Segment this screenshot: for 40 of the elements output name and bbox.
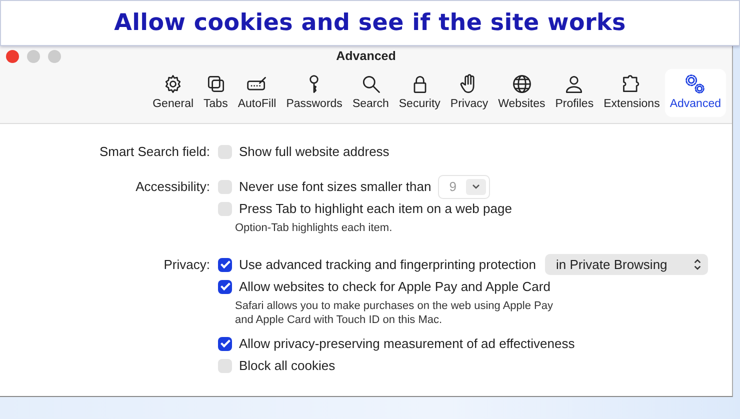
- toolbar-tab[interactable]: Privacy: [445, 69, 494, 117]
- globe-icon: [510, 73, 533, 95]
- toolbar-tab[interactable]: Search: [347, 69, 394, 117]
- section-label: Privacy:: [162, 256, 210, 274]
- checkbox-label: Allow websites to check for Apple Pay and Apple Card: [239, 279, 550, 294]
- section-label: Smart Search field:: [98, 143, 210, 161]
- checkbox-label: Show full website address: [239, 144, 390, 159]
- window-title: Advanced: [336, 49, 396, 63]
- toolbar-tab[interactable]: Extensions: [598, 69, 665, 117]
- up-down-arrows-icon: [693, 258, 702, 271]
- close-button[interactable]: [6, 50, 19, 62]
- gears-icon: [684, 73, 706, 95]
- toolbar-tab[interactable]: General: [148, 69, 199, 117]
- toolbar-tab[interactable]: Security: [394, 69, 446, 117]
- checkbox[interactable]: [218, 280, 232, 294]
- checkbox-label: Allow privacy-preserving measurement of ad effectiveness: [239, 336, 575, 351]
- minimize-button[interactable]: [27, 50, 40, 62]
- checkbox-label: Block all cookies: [239, 358, 336, 373]
- hint-text: Option-Tab highlights each item.: [235, 221, 394, 235]
- checkbox[interactable]: [218, 258, 232, 272]
- hint-text: Safari allows you to make purchases on the web using Apple Pay and Apple Card with Touch ID on this Mac.: [235, 299, 554, 327]
- toolbar-tab[interactable]: Profiles: [550, 69, 599, 117]
- toolbar-tab[interactable]: AutoFill: [232, 69, 282, 117]
- checkbox[interactable]: [218, 202, 232, 216]
- checkbox[interactable]: [218, 358, 232, 372]
- checkbox[interactable]: [218, 144, 232, 158]
- checkbox[interactable]: [218, 180, 232, 194]
- toolbar-tab[interactable]: Websites: [493, 69, 550, 117]
- checkbox-label: Use advanced tracking and fingerprinting protection: [239, 257, 536, 272]
- checkbox[interactable]: [218, 336, 232, 350]
- chevron-down-icon: [466, 178, 486, 194]
- checkbox-label: Press Tab to highlight each item on a web page: [239, 201, 512, 216]
- caption-title: Allow cookies and see if the site works: [114, 10, 626, 36]
- protection-dropdown[interactable]: in Private Browsing: [545, 254, 708, 275]
- toolbar-tab[interactable]: Advanced: [664, 69, 726, 117]
- zoom-button[interactable]: [48, 50, 61, 62]
- checkbox-label: Never use font sizes smaller than: [239, 179, 432, 194]
- toolbar-tab[interactable]: Passwords: [281, 69, 348, 117]
- section-label: Accessibility:: [134, 178, 210, 196]
- toolbar-tab[interactable]: Tabs: [198, 69, 233, 117]
